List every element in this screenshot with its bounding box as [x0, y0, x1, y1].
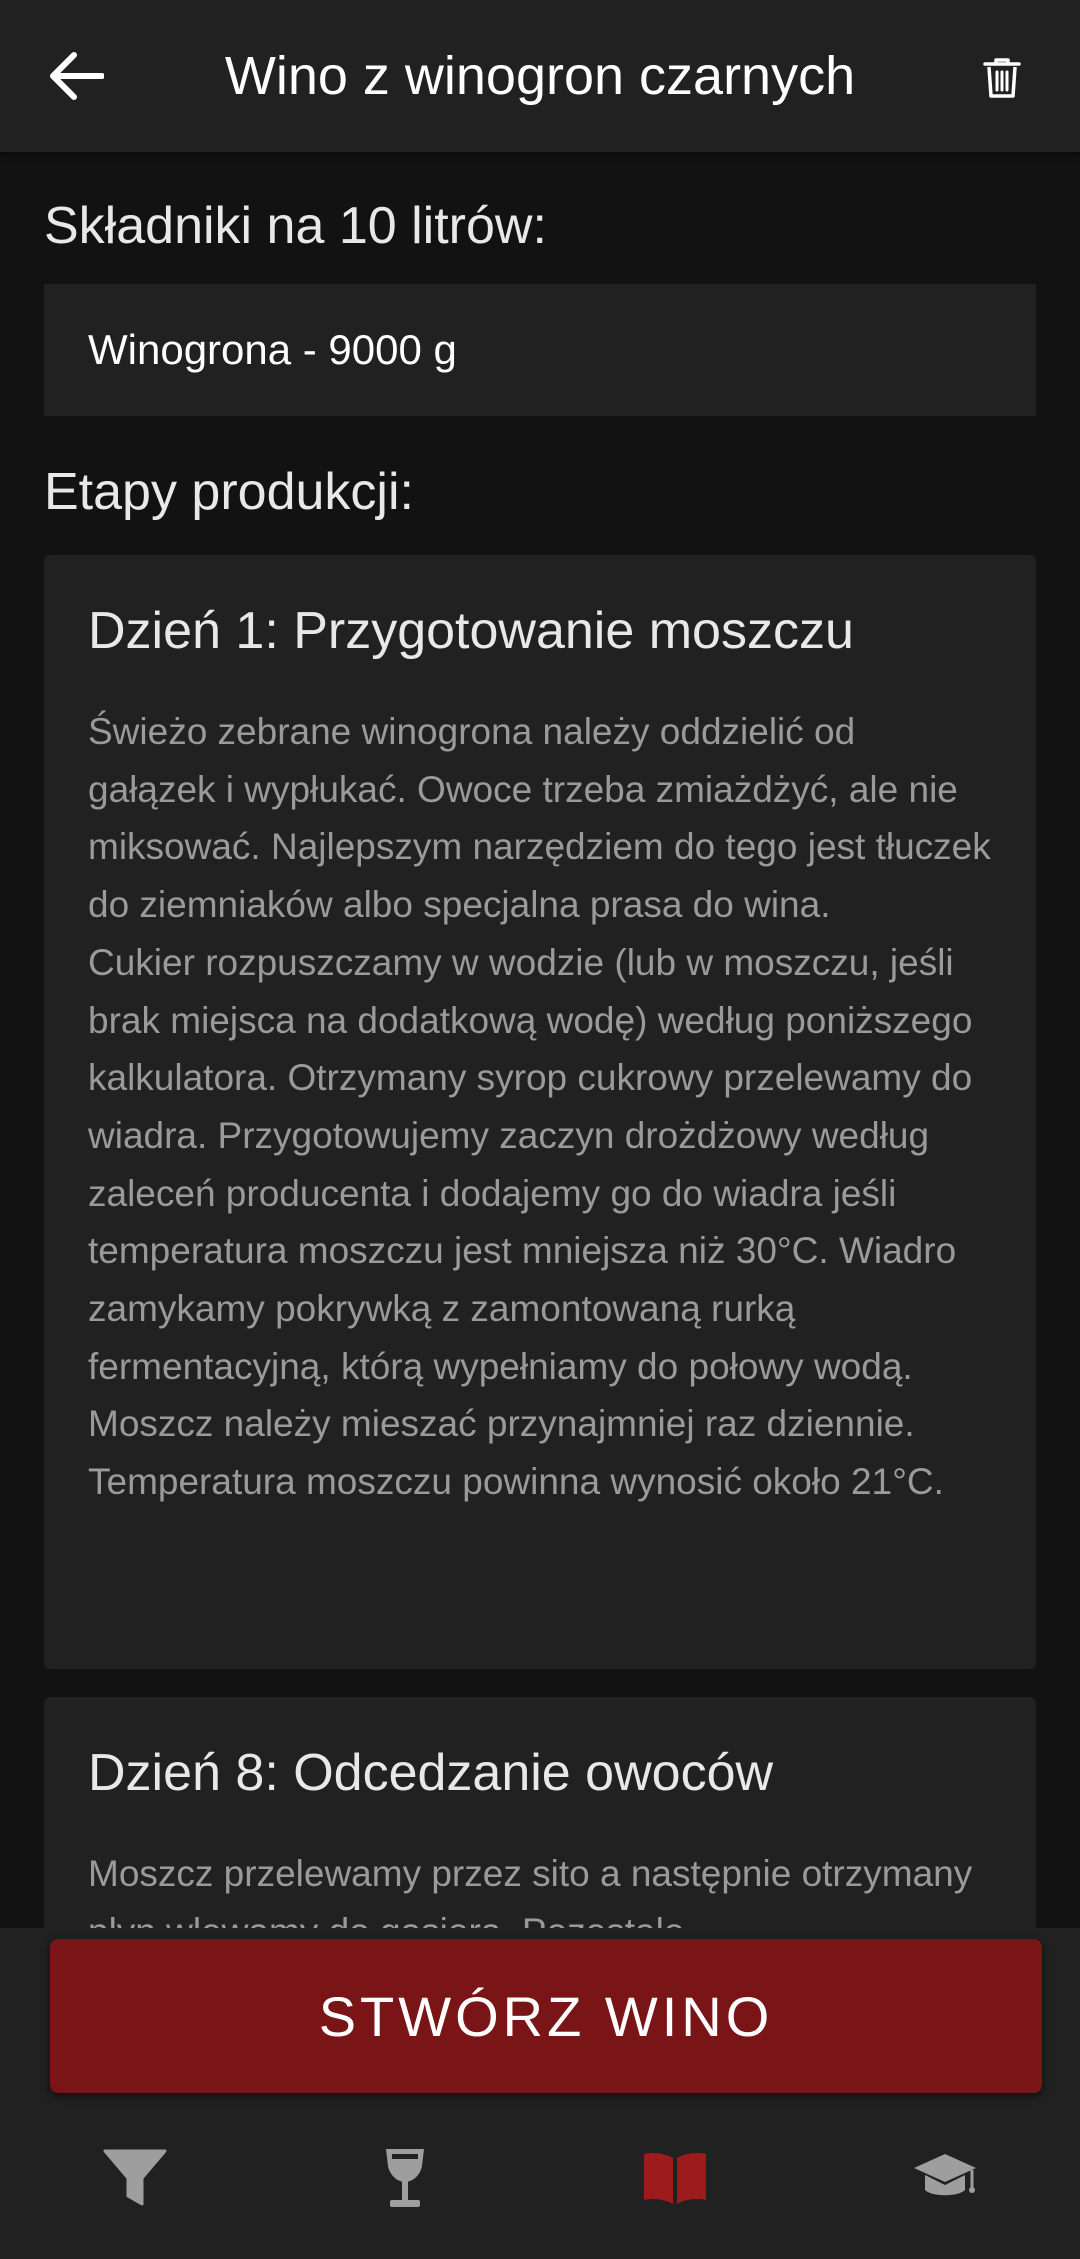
stage-card: Dzień 8: Odcedzanie owoców Moszcz przele… — [44, 1697, 1036, 1928]
stage-title: Dzień 1: Przygotowanie moszczu — [88, 602, 854, 660]
delete-button[interactable] — [964, 40, 1040, 116]
bottom-bar: STWÓRZ WINO — [0, 1928, 1080, 2259]
recipe-content[interactable]: Składniki na 10 litrów: Winogrona - 9000… — [0, 152, 1080, 1928]
stages-heading: Etapy produkcji: — [44, 463, 414, 521]
trash-icon — [983, 58, 1021, 98]
nav-item-wines[interactable] — [345, 2123, 465, 2233]
bottom-navigation — [0, 2118, 1080, 2238]
create-wine-button[interactable]: STWÓRZ WINO — [50, 1939, 1042, 2093]
back-button[interactable] — [40, 36, 112, 116]
wine-glass-icon — [386, 2149, 424, 2207]
stage-description: Świeżo zebrane winogrona należy oddzieli… — [88, 711, 991, 1503]
filter-icon — [103, 2149, 167, 2206]
ingredient-item: Winogrona - 9000 g — [88, 326, 457, 373]
nav-item-filter[interactable] — [75, 2123, 195, 2233]
book-icon — [644, 2153, 706, 2204]
stage-card: Dzień 1: Przygotowanie moszczu Świeżo ze… — [44, 555, 1036, 1669]
stage-title: Dzień 8: Odcedzanie owoców — [88, 1744, 774, 1802]
ingredient-list: Winogrona - 9000 g — [44, 284, 1036, 416]
stage-description: Moszcz przelewamy przez sito a następnie… — [88, 1853, 973, 1928]
arrow-left-icon — [50, 52, 104, 100]
nav-item-learn[interactable] — [885, 2123, 1005, 2233]
app-bar: Wino z winogron czarnych — [0, 0, 1080, 152]
ingredients-heading: Składniki na 10 litrów: — [44, 197, 547, 255]
nav-item-recipes[interactable] — [615, 2123, 735, 2233]
graduation-cap-icon — [914, 2154, 976, 2196]
page-title: Wino z winogron czarnych — [224, 46, 856, 106]
